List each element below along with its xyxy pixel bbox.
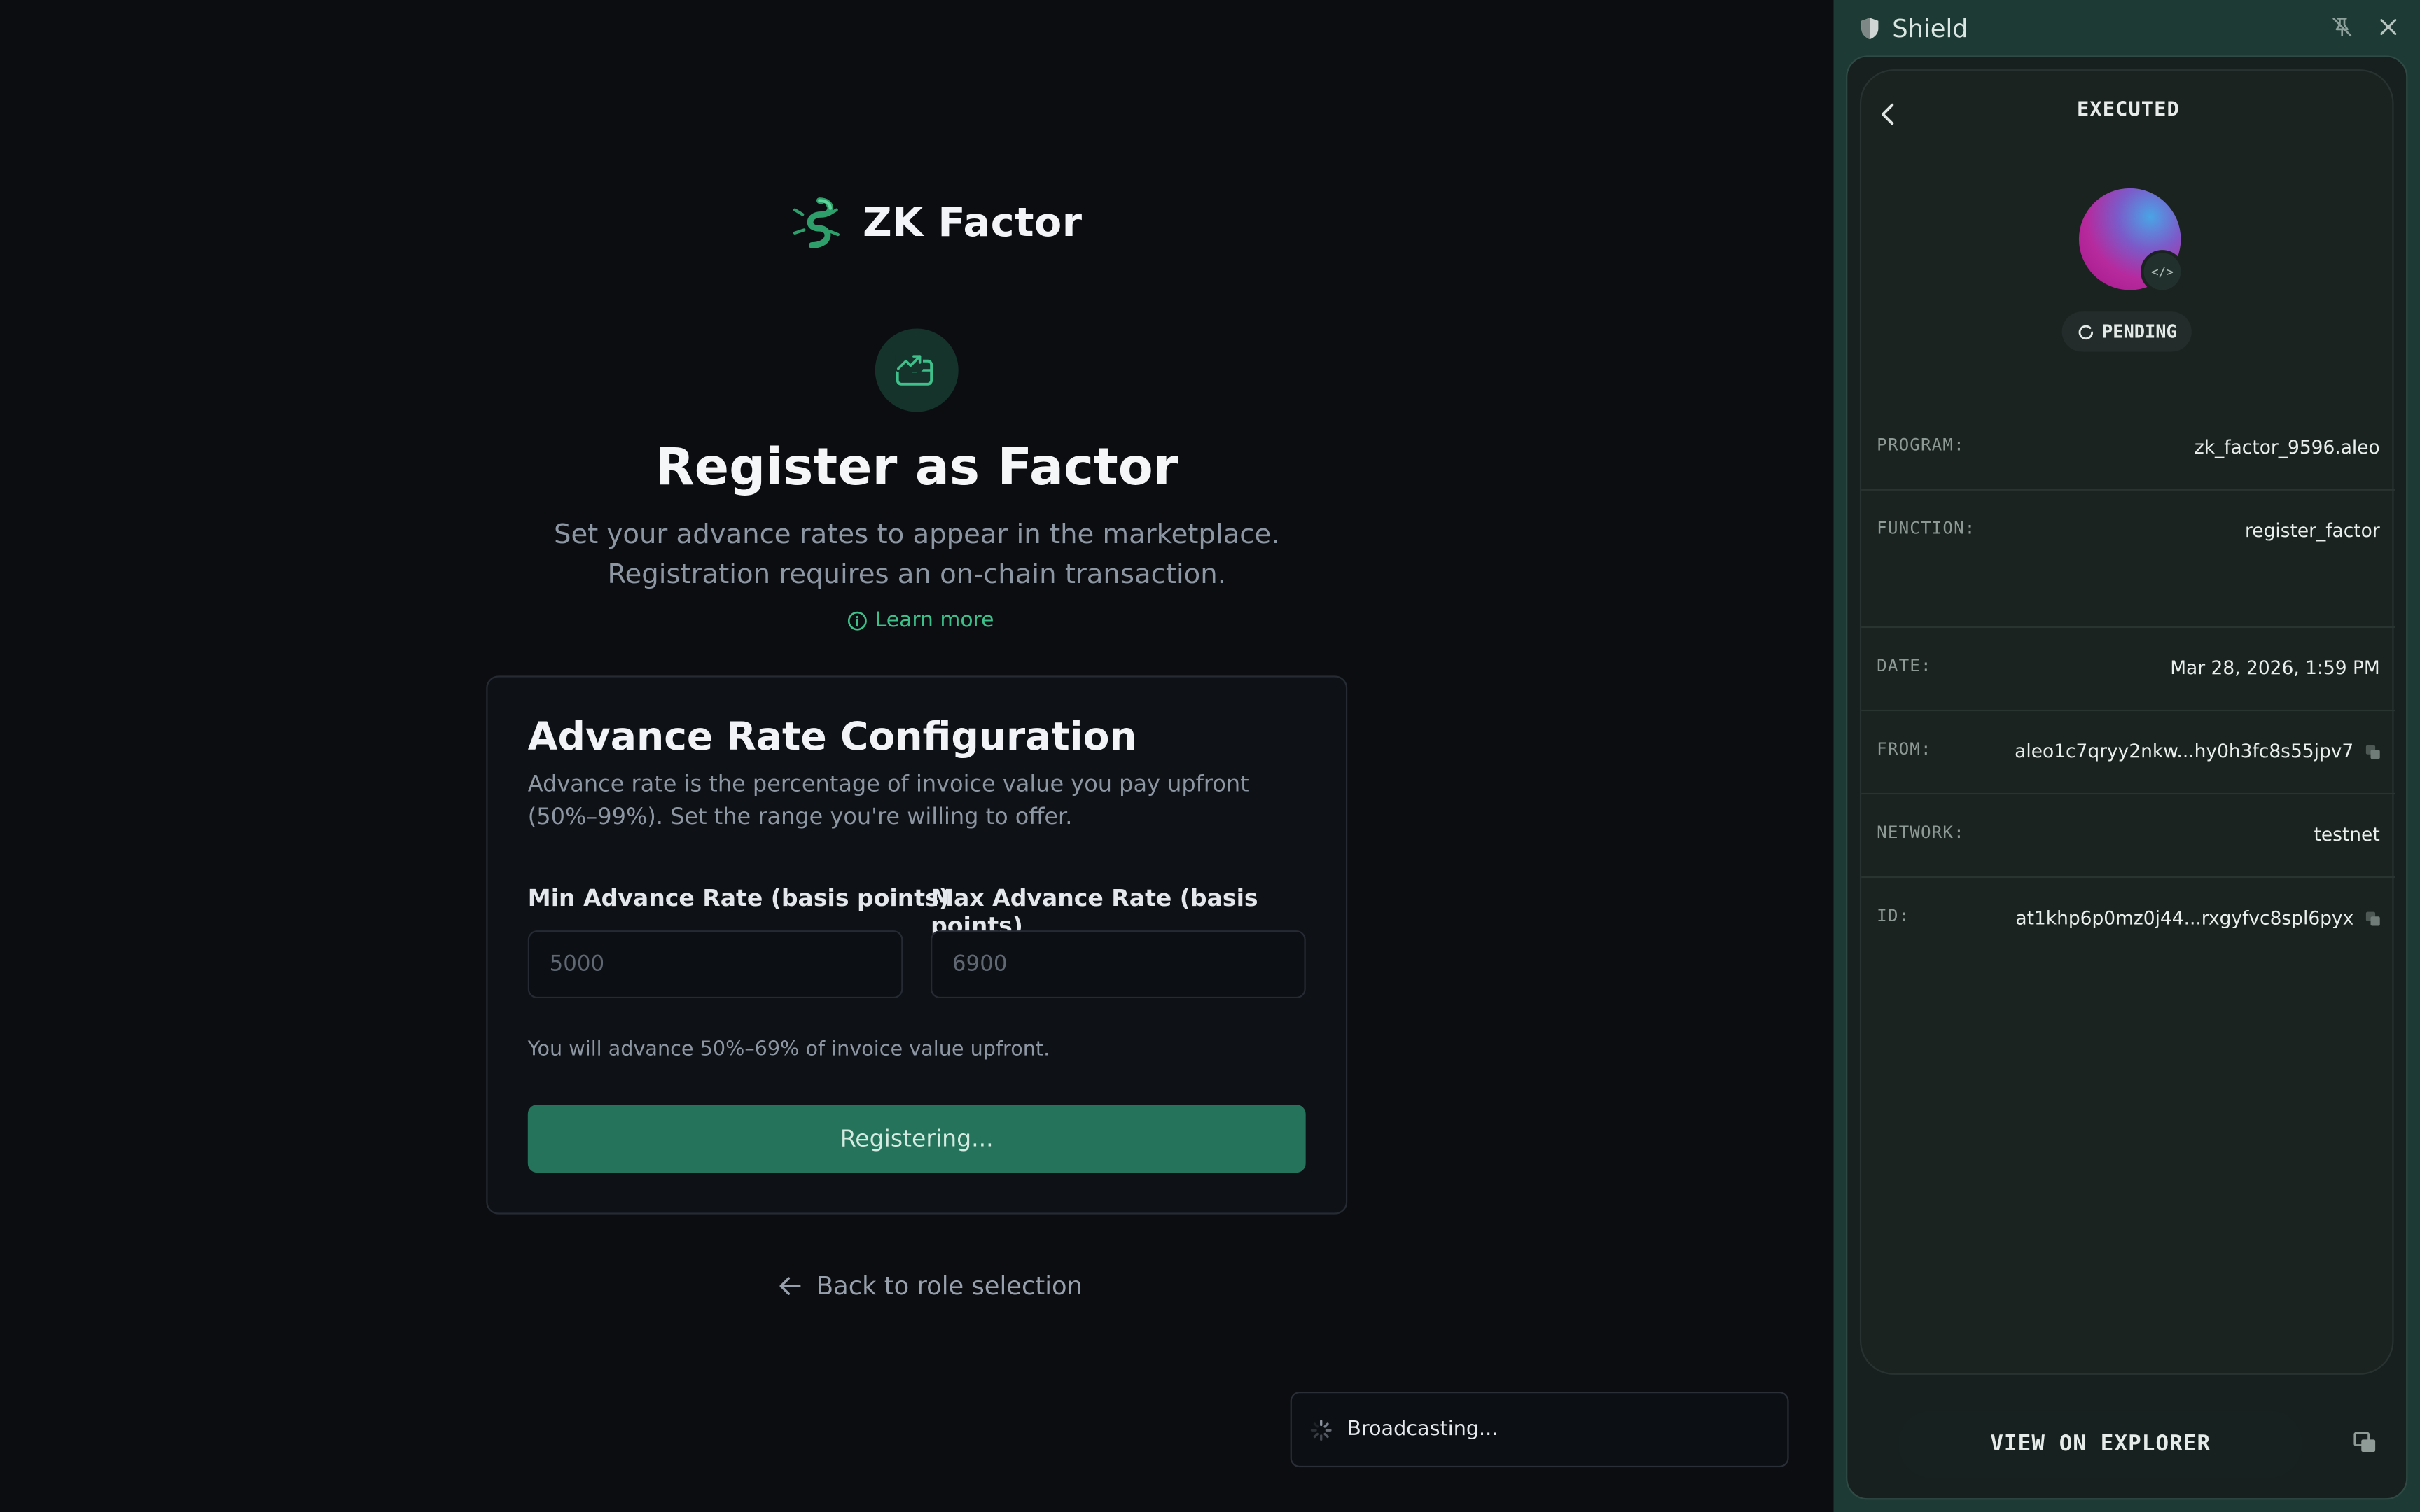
max-rate-input[interactable]: [931, 930, 1306, 999]
briefcase-trend-icon: [875, 328, 959, 412]
back-link-label: Back to role selection: [816, 1271, 1083, 1301]
copy-icon[interactable]: [2365, 744, 2380, 759]
min-rate-label: Min Advance Rate (basis points): [527, 883, 950, 912]
divider: [1861, 626, 2395, 629]
advance-rate-card: Advance Rate Configuration Advance rate …: [486, 676, 1348, 1214]
function-value-text: register_factor: [2245, 519, 2380, 542]
network-value-text: testnet: [2314, 823, 2380, 846]
pending-label: PENDING: [2101, 321, 2177, 343]
card-title: Advance Rate Configuration: [527, 714, 1137, 760]
date-value-text: Mar 28, 2026, 1:59 PM: [2170, 657, 2380, 679]
code-icon: </>: [2141, 250, 2184, 293]
function-key: FUNCTION:: [1877, 518, 1976, 539]
advance-summary: You will advance 50%–69% of invoice valu…: [527, 1038, 1050, 1062]
transaction-detail-card: EXECUTED </> PENDING PROGRAM: zk_factor_…: [1859, 69, 2395, 1375]
program-value-text: zk_factor_9596.aleo: [2194, 436, 2380, 458]
divider: [1861, 489, 2395, 491]
page-title: Register as Factor: [655, 436, 1178, 497]
function-value: register_factor: [2245, 520, 2380, 542]
min-rate-input[interactable]: [527, 930, 903, 999]
register-button[interactable]: Registering...: [527, 1105, 1306, 1173]
date-value: Mar 28, 2026, 1:59 PM: [2170, 657, 2379, 679]
wallet-titlebar[interactable]: Shield: [1833, 0, 2420, 55]
view-on-explorer-button[interactable]: VIEW ON EXPLORER: [1898, 1410, 2303, 1478]
toast-message: Broadcasting...: [1347, 1418, 1498, 1441]
wallet-frame: EXECUTED </> PENDING PROGRAM: zk_factor_…: [1846, 55, 2408, 1500]
id-key: ID:: [1877, 905, 1910, 926]
shield-wallet-panel: Shield EXECUTED </> PENDING PROGRAM: zk_…: [1833, 0, 2420, 1512]
unpin-icon[interactable]: [2332, 17, 2352, 37]
trend-up-icon: [895, 353, 924, 372]
divider: [1861, 792, 2395, 795]
network-key: NETWORK:: [1877, 822, 1965, 843]
app-main: ZK Factor Register as Factor Set your ad…: [0, 0, 1834, 1512]
copy-icon[interactable]: [2365, 911, 2380, 925]
id-value: at1khp6p0mz0j44...rxgyfvc8spl6pyx: [2015, 907, 2380, 929]
pending-badge: PENDING: [2061, 312, 2192, 352]
page-subtitle: Set your advance rates to appear in the …: [553, 519, 1280, 592]
transaction-status-heading: EXECUTED: [2077, 99, 2180, 122]
gecko-logo-icon: [793, 197, 840, 248]
wallet-title: Shield: [1892, 13, 1968, 43]
spinner-icon: [1310, 1419, 1332, 1440]
arrow-left-icon: [779, 1277, 801, 1295]
brand-name: ZK Factor: [863, 200, 1083, 247]
info-circle-icon: [847, 610, 867, 630]
expand-window-icon[interactable]: [2353, 1432, 2377, 1453]
from-value: aleo1c7qryy2nkw...hy0h3fc8s55jpv7: [2015, 741, 2380, 762]
network-value: testnet: [2314, 824, 2379, 846]
refresh-icon: [2078, 324, 2094, 340]
divider: [1861, 876, 2395, 878]
learn-more-label: Learn more: [875, 608, 994, 633]
learn-more-link[interactable]: Learn more: [847, 608, 994, 633]
shield-icon: [1861, 18, 1879, 40]
screen: ZK Factor Register as Factor Set your ad…: [0, 0, 2420, 1512]
program-value: zk_factor_9596.aleo: [2195, 437, 2380, 458]
program-key: PROGRAM:: [1877, 435, 1965, 456]
card-description: Advance rate is the percentage of invoic…: [527, 773, 1249, 830]
transaction-id-text: at1khp6p0mz0j44...rxgyfvc8spl6pyx: [2015, 907, 2354, 929]
broadcasting-toast: Broadcasting...: [1290, 1392, 1789, 1468]
from-key: FROM:: [1877, 738, 1932, 760]
divider: [1861, 709, 2395, 712]
from-address-text: aleo1c7qryy2nkw...hy0h3fc8s55jpv7: [2015, 740, 2354, 762]
back-to-role-selection-link[interactable]: Back to role selection: [778, 1271, 1083, 1301]
brand[interactable]: ZK Factor: [788, 196, 1082, 251]
date-key: DATE:: [1877, 655, 1932, 676]
close-icon[interactable]: [2380, 18, 2397, 36]
